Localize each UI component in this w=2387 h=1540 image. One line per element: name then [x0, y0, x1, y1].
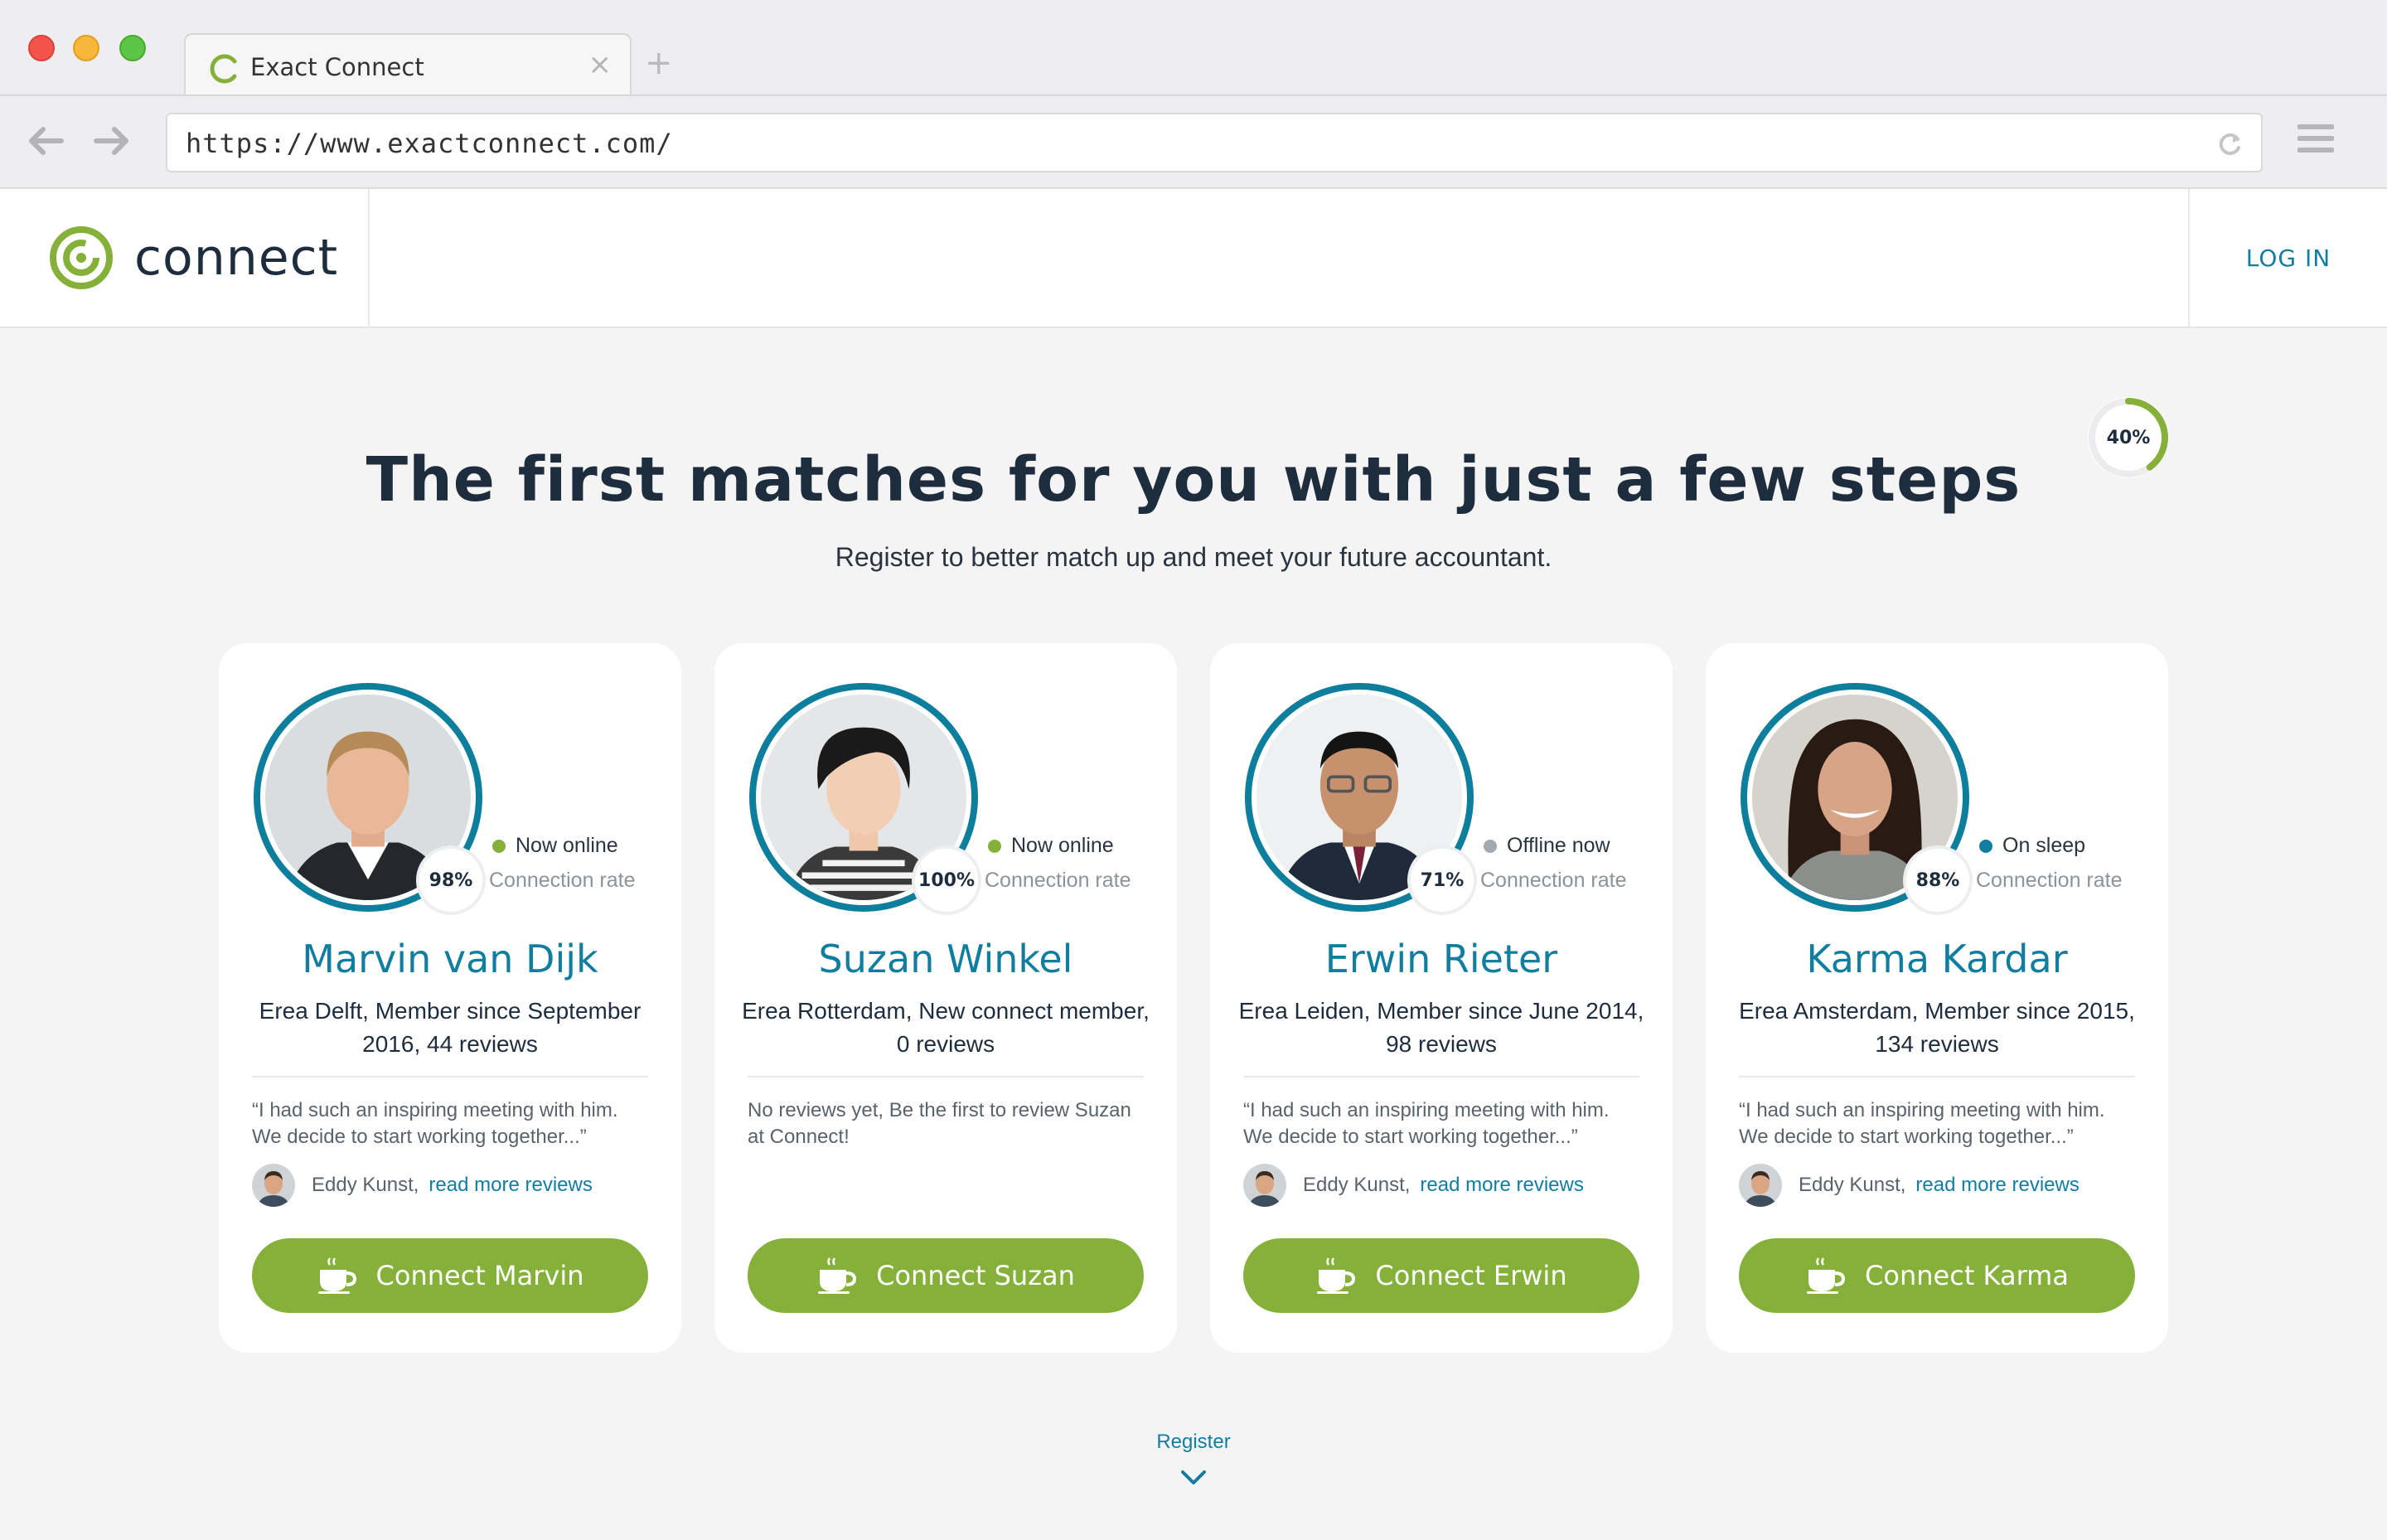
page-subtitle: Register to better match up and meet you…	[835, 542, 1552, 572]
toolbar-divider	[0, 94, 2387, 96]
status-text: Now online	[1011, 834, 1114, 857]
status-dot-icon	[1484, 839, 1497, 853]
connect-button-label: Connect Marvin	[375, 1260, 584, 1291]
connection-rate-badge: 88%	[1903, 845, 1973, 915]
accountant-name[interactable]: Suzan Winkel	[714, 937, 1177, 981]
maximize-window-button[interactable]	[119, 35, 146, 61]
connect-button[interactable]: Connect Erwin	[1243, 1238, 1639, 1313]
accountant-name[interactable]: Erwin Rieter	[1210, 937, 1673, 981]
tab-title: Exact Connect	[250, 53, 424, 81]
status-dot-icon	[492, 839, 506, 853]
reviewer-avatar	[252, 1164, 295, 1207]
page-title: The first matches for you with just a fe…	[366, 444, 2021, 516]
online-status: Now online	[988, 834, 1114, 858]
connect-button-label: Connect Karma	[1865, 1260, 2069, 1291]
back-arrow-icon[interactable]	[25, 123, 66, 159]
reviewer-row: Eddy Kunst, read more reviews	[1243, 1164, 1584, 1207]
browser-chrome: Exact Connect × + https://www.exactconne…	[0, 0, 2387, 189]
logo-text: connect	[134, 229, 339, 287]
connect-button-label: Connect Suzan	[876, 1260, 1075, 1291]
match-card: 100% Now online Connection rate Suzan Wi…	[714, 643, 1177, 1353]
status-dot-icon	[1979, 839, 1992, 853]
connection-rate-label: Connection rate	[985, 869, 1131, 892]
read-more-reviews-link[interactable]: read more reviews	[1915, 1174, 2079, 1197]
forward-arrow-icon[interactable]	[91, 123, 133, 159]
hamburger-menu-icon[interactable]	[2297, 124, 2334, 157]
connect-button[interactable]: Connect Karma	[1739, 1238, 2135, 1313]
match-card: 88% On sleep Connection rate Karma Karda…	[1706, 643, 2168, 1353]
browser-tab[interactable]: Exact Connect ×	[184, 33, 632, 96]
card-divider	[252, 1076, 648, 1078]
close-window-button[interactable]	[28, 35, 55, 61]
connection-rate-badge: 98%	[416, 845, 486, 915]
connect-favicon-icon	[210, 54, 237, 84]
sleep-status: On sleep	[1979, 834, 2085, 858]
register-link[interactable]: Register	[0, 1431, 2387, 1454]
status-text: Offline now	[1507, 834, 1610, 857]
login-link[interactable]: LOG IN	[2190, 189, 2387, 327]
read-more-reviews-link[interactable]: read more reviews	[1420, 1174, 1583, 1197]
card-divider	[1243, 1076, 1639, 1078]
reviewer-avatar	[1243, 1164, 1286, 1207]
reviewer-avatar	[1739, 1164, 1782, 1207]
coffee-cup-icon	[1317, 1257, 1356, 1294]
accountant-meta: Erea Rotterdam, New connect member, 0 re…	[742, 998, 1150, 1057]
accountant-name[interactable]: Marvin van Dijk	[219, 937, 681, 981]
connect-button[interactable]: Connect Suzan	[748, 1238, 1144, 1313]
match-card: 71% Offline now Connection rate Erwin Ri…	[1210, 643, 1673, 1353]
new-tab-icon[interactable]: +	[645, 46, 673, 80]
connect-button-label: Connect Erwin	[1375, 1260, 1567, 1291]
coffee-cup-icon	[1807, 1257, 1846, 1294]
reviewer-name: Eddy Kunst,	[1799, 1174, 1906, 1196]
card-divider	[748, 1076, 1144, 1078]
connect-logo-icon	[50, 226, 113, 289]
main-content: 40% The first matches for you with just …	[0, 328, 2387, 1540]
connect-button[interactable]: Connect Marvin	[252, 1238, 648, 1313]
header-divider	[368, 189, 370, 327]
address-bar[interactable]: https://www.exactconnect.com/	[166, 113, 2263, 172]
review-quote: “I had such an inspiring meeting with hi…	[1739, 1099, 2105, 1148]
accountant-meta: Erea Amsterdam, Member since 2015, 134 r…	[1739, 998, 2135, 1057]
match-card: 98% Now online Connection rate Marvin va…	[219, 643, 681, 1353]
reviewer-row: Eddy Kunst, read more reviews	[1739, 1164, 2080, 1207]
status-dot-icon	[988, 839, 1001, 853]
review-quote: “I had such an inspiring meeting with hi…	[1243, 1099, 1610, 1148]
card-divider	[1739, 1076, 2135, 1078]
online-status: Now online	[492, 834, 618, 858]
accountant-meta: Erea Leiden, Member since June 2014, 98 …	[1238, 998, 1644, 1057]
connection-rate-label: Connection rate	[1480, 869, 1627, 892]
tab-close-icon[interactable]: ×	[588, 48, 612, 81]
reviewer-name: Eddy Kunst,	[1303, 1174, 1411, 1196]
review-quote: No reviews yet, Be the first to review S…	[748, 1099, 1131, 1148]
status-text: Now online	[516, 834, 618, 857]
connect-logo[interactable]: connect	[48, 222, 338, 293]
connection-rate-badge: 100%	[912, 845, 981, 915]
status-text: On sleep	[2002, 834, 2086, 857]
accountant-meta: Erea Delft, Member since September 2016,…	[259, 998, 642, 1057]
minimize-window-button[interactable]	[73, 35, 99, 61]
connection-rate-label: Connection rate	[1976, 869, 2123, 892]
site-header: connect LOG IN	[0, 189, 2387, 328]
reload-icon[interactable]	[2215, 129, 2244, 159]
connection-rate-label: Connection rate	[489, 869, 636, 892]
accountant-name[interactable]: Karma Kardar	[1706, 937, 2168, 981]
reviewer-row: Eddy Kunst, read more reviews	[252, 1164, 593, 1207]
coffee-cup-icon	[818, 1257, 857, 1294]
read-more-reviews-link[interactable]: read more reviews	[428, 1174, 592, 1197]
offline-status: Offline now	[1484, 834, 1610, 858]
reviewer-name: Eddy Kunst,	[312, 1174, 419, 1196]
review-quote: “I had such an inspiring meeting with hi…	[252, 1099, 618, 1148]
coffee-cup-icon	[317, 1257, 356, 1294]
chevron-down-icon[interactable]	[1180, 1469, 1207, 1487]
connection-rate-badge: 71%	[1407, 845, 1477, 915]
url-text[interactable]: https://www.exactconnect.com/	[186, 128, 673, 159]
